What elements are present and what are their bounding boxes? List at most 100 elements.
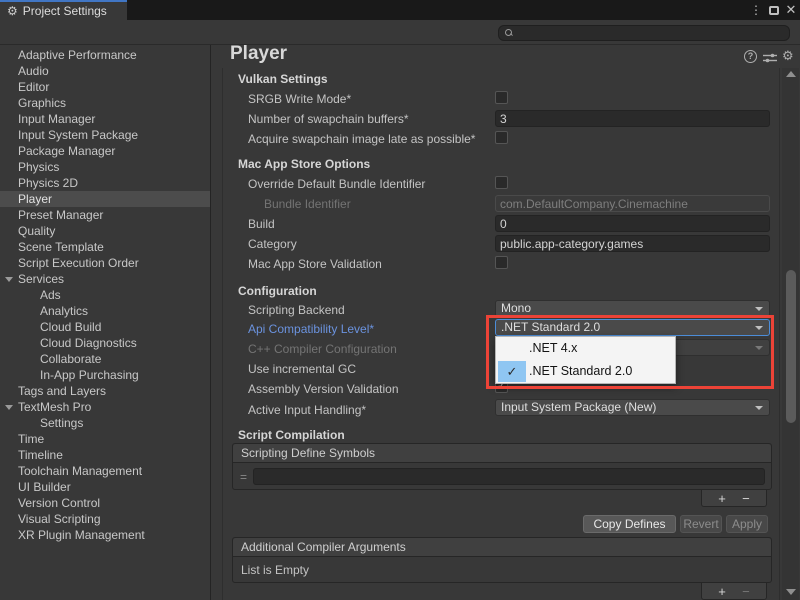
scroll-up-icon[interactable] bbox=[786, 71, 796, 77]
search-box bbox=[498, 25, 790, 41]
caret-down-icon bbox=[5, 277, 13, 282]
sidebar-item-label: Graphics bbox=[18, 96, 66, 110]
sidebar-item-cloud-build[interactable]: Cloud Build bbox=[0, 319, 210, 335]
acquire-swapchain-checkbox[interactable] bbox=[495, 131, 508, 144]
popup-option-net4x[interactable]: .NET 4.x bbox=[496, 337, 675, 360]
sidebar-item-label: Collaborate bbox=[40, 352, 101, 366]
category-label: Category bbox=[248, 237, 493, 251]
sidebar-item-cloud-diagnostics[interactable]: Cloud Diagnostics bbox=[0, 335, 210, 351]
sidebar-item-scene-template[interactable]: Scene Template bbox=[0, 239, 210, 255]
scroll-down-icon[interactable] bbox=[786, 589, 796, 595]
help-icon[interactable]: ? bbox=[744, 50, 757, 63]
tab-title: Project Settings bbox=[23, 4, 107, 18]
sidebar-item-ui-builder[interactable]: UI Builder bbox=[0, 479, 210, 495]
build-label: Build bbox=[248, 217, 493, 231]
maximize-icon[interactable] bbox=[766, 0, 782, 20]
sidebar-item-physics-2d[interactable]: Physics 2D bbox=[0, 175, 210, 191]
content-left-divider bbox=[222, 68, 223, 600]
sidebar-item-analytics[interactable]: Analytics bbox=[0, 303, 210, 319]
scripting-define-symbols-header: Scripting Define Symbols bbox=[233, 444, 771, 463]
bundle-identifier-field bbox=[495, 195, 770, 212]
sidebar-item-collaborate[interactable]: Collaborate bbox=[0, 351, 210, 367]
sidebar-item-adaptive-performance[interactable]: Adaptive Performance bbox=[0, 47, 210, 63]
sidebar-item-label: Editor bbox=[18, 80, 49, 94]
sidebar-item-services[interactable]: Services bbox=[0, 271, 210, 287]
remove-button[interactable]: − bbox=[742, 492, 750, 505]
sidebar-item-label: Script Execution Order bbox=[18, 256, 139, 270]
sidebar-item-label: Time bbox=[18, 432, 44, 446]
sidebar-item-tags-and-layers[interactable]: Tags and Layers bbox=[0, 383, 210, 399]
sidebar-item-input-manager[interactable]: Input Manager bbox=[0, 111, 210, 127]
drag-handle-icon[interactable]: = bbox=[240, 470, 247, 484]
sidebar-item-ads[interactable]: Ads bbox=[0, 287, 210, 303]
mac-validation-checkbox[interactable] bbox=[495, 256, 508, 269]
sidebar-item-package-manager[interactable]: Package Manager bbox=[0, 143, 210, 159]
section-title-script-compilation: Script Compilation bbox=[238, 428, 345, 442]
define-symbols-footer: + − bbox=[701, 490, 767, 507]
tab-project-settings[interactable]: ⚙ Project Settings bbox=[0, 0, 127, 20]
window-menu-icon[interactable]: ⋮ bbox=[749, 0, 763, 20]
sidebar-item-toolchain-management[interactable]: Toolchain Management bbox=[0, 463, 210, 479]
add-button[interactable]: + bbox=[718, 585, 726, 598]
acquire-swapchain-label: Acquire swapchain image late as possible… bbox=[248, 132, 493, 146]
sidebar-item-editor[interactable]: Editor bbox=[0, 79, 210, 95]
scripting-define-symbols-box: Scripting Define Symbols = bbox=[232, 443, 772, 490]
mac-validation-label: Mac App Store Validation bbox=[248, 257, 493, 271]
sidebar-item-audio[interactable]: Audio bbox=[0, 63, 210, 79]
sidebar-item-textmesh-pro[interactable]: TextMesh Pro bbox=[0, 399, 210, 415]
scrollbar-thumb[interactable] bbox=[786, 270, 796, 423]
copy-defines-button[interactable]: Copy Defines bbox=[583, 515, 676, 533]
sidebar-item-visual-scripting[interactable]: Visual Scripting bbox=[0, 511, 210, 527]
sidebar-item-label: Analytics bbox=[40, 304, 88, 318]
sidebar-item-timeline[interactable]: Timeline bbox=[0, 447, 210, 463]
project-settings-window: { "colors": { "accent_blue": "#4176C4", … bbox=[0, 0, 800, 600]
list-empty-text: List is Empty bbox=[241, 563, 309, 577]
sidebar-item-physics[interactable]: Physics bbox=[0, 159, 210, 175]
gear-icon: ⚙ bbox=[7, 5, 18, 17]
srgb-write-mode-checkbox[interactable] bbox=[495, 91, 508, 104]
sidebar-item-label: Physics 2D bbox=[18, 176, 78, 190]
sidebar-item-script-execution-order[interactable]: Script Execution Order bbox=[0, 255, 210, 271]
preset-icon[interactable] bbox=[763, 51, 777, 69]
close-icon[interactable]: ✕ bbox=[784, 0, 798, 20]
incremental-gc-label: Use incremental GC bbox=[248, 362, 493, 376]
compiler-args-footer: + − bbox=[701, 583, 767, 600]
sidebar-item-label: Cloud Diagnostics bbox=[40, 336, 137, 350]
sidebar-item-time[interactable]: Time bbox=[0, 431, 210, 447]
chevron-down-icon bbox=[755, 406, 763, 410]
sidebar-item-label: TextMesh Pro bbox=[18, 400, 91, 414]
sidebar-item-tmp-settings[interactable]: Settings bbox=[0, 415, 210, 431]
api-compatibility-popup: .NET 4.x .NET Standard 2.0 ✓ bbox=[495, 336, 676, 384]
scripting-backend-dropdown[interactable]: Mono bbox=[495, 300, 770, 317]
content-right-divider bbox=[779, 68, 780, 600]
sidebar-item-label: Player bbox=[18, 192, 52, 206]
cpp-compiler-label: C++ Compiler Configuration bbox=[248, 342, 493, 356]
active-input-handling-dropdown[interactable]: Input System Package (New) bbox=[495, 399, 770, 416]
sidebar-item-input-system-package[interactable]: Input System Package bbox=[0, 127, 210, 143]
search-input[interactable] bbox=[513, 26, 789, 40]
sidebar-item-label: Physics bbox=[18, 160, 59, 174]
sidebar-item-graphics[interactable]: Graphics bbox=[0, 95, 210, 111]
dropdown-value: .NET Standard 2.0 bbox=[501, 320, 600, 334]
define-symbol-input[interactable] bbox=[253, 468, 765, 485]
override-bundle-checkbox[interactable] bbox=[495, 176, 508, 189]
sidebar-item-label: Toolchain Management bbox=[18, 464, 142, 478]
chevron-down-icon bbox=[755, 346, 763, 350]
sidebar-item-quality[interactable]: Quality bbox=[0, 223, 210, 239]
assembly-validation-label: Assembly Version Validation bbox=[248, 382, 493, 396]
sidebar-item-player[interactable]: Player bbox=[0, 191, 210, 207]
add-button[interactable]: + bbox=[718, 492, 726, 505]
sidebar-item-preset-manager[interactable]: Preset Manager bbox=[0, 207, 210, 223]
sidebar-item-xr-plugin-management[interactable]: XR Plugin Management bbox=[0, 527, 210, 543]
build-field[interactable] bbox=[495, 215, 770, 232]
category-field[interactable] bbox=[495, 235, 770, 252]
sidebar-item-in-app-purchasing[interactable]: In-App Purchasing bbox=[0, 367, 210, 383]
swapchain-buffers-field[interactable] bbox=[495, 110, 770, 127]
gear-icon[interactable]: ⚙ bbox=[782, 48, 794, 64]
api-compatibility-dropdown[interactable]: .NET Standard 2.0 bbox=[495, 319, 770, 336]
active-input-handling-label: Active Input Handling* bbox=[248, 403, 493, 417]
sidebar-item-version-control[interactable]: Version Control bbox=[0, 495, 210, 511]
sidebar-item-label: Input Manager bbox=[18, 112, 95, 126]
sidebar-item-label: Input System Package bbox=[18, 128, 138, 142]
sidebar-item-label: XR Plugin Management bbox=[18, 528, 145, 542]
